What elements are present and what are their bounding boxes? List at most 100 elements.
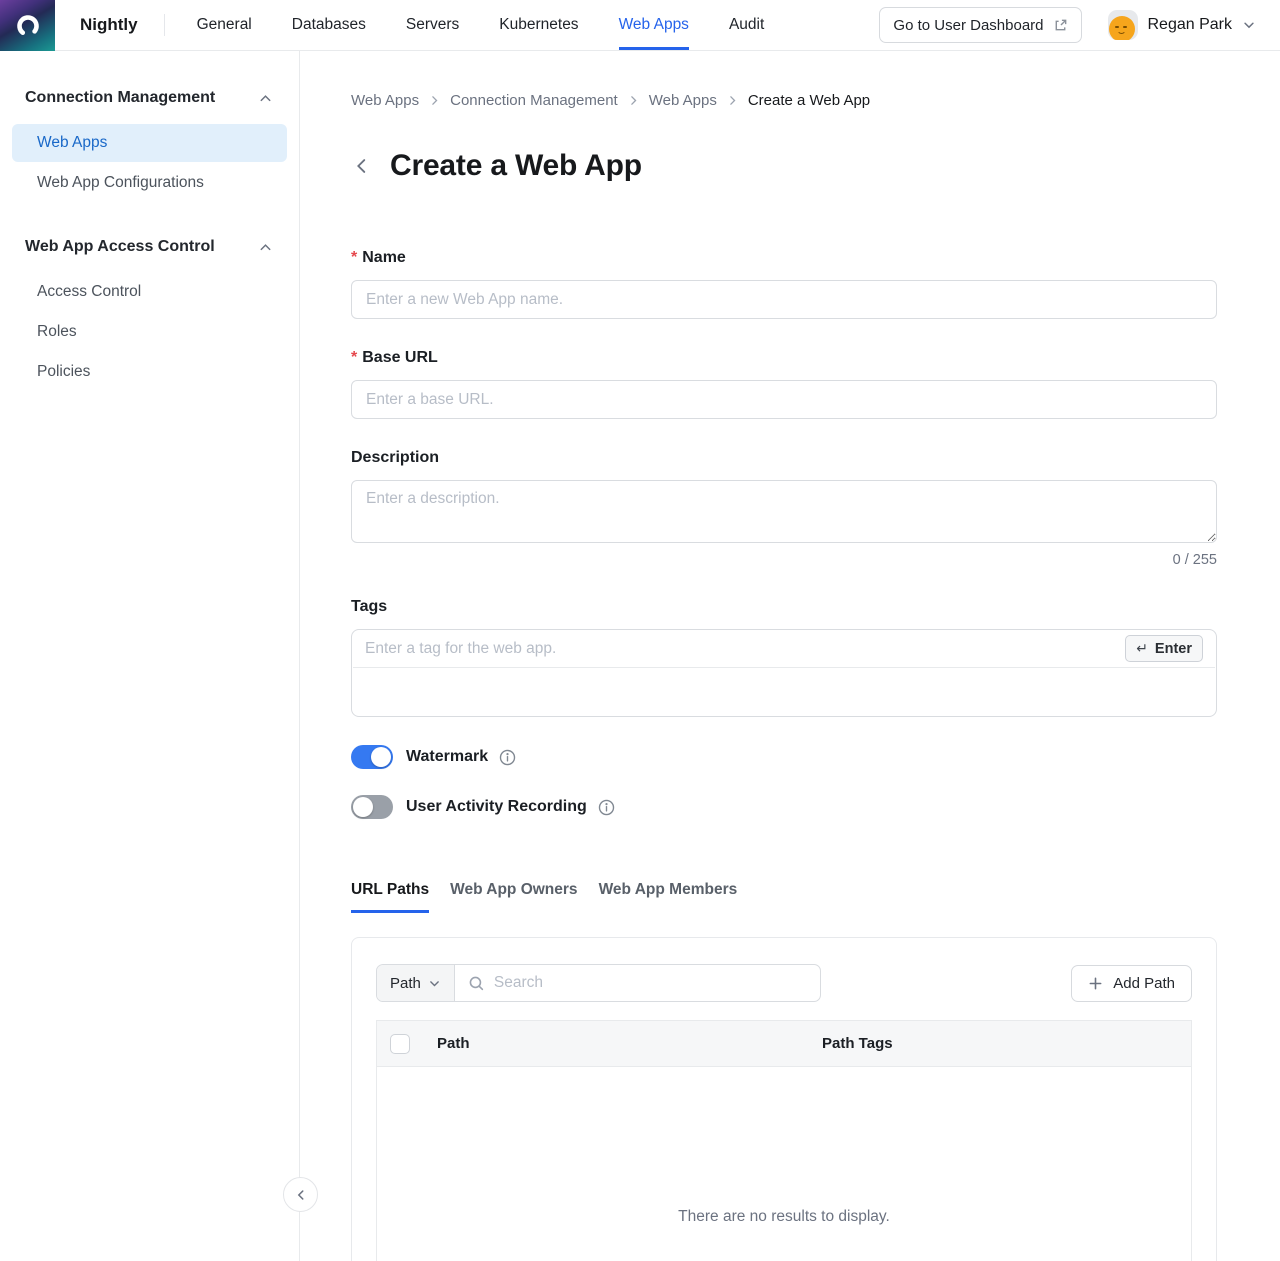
- enter-button-label: Enter: [1155, 641, 1192, 657]
- sidebar-item-web-app-configurations[interactable]: Web App Configurations: [12, 164, 287, 202]
- filter-select-label: Path: [390, 975, 421, 992]
- tab-url-paths[interactable]: URL Paths: [351, 881, 429, 913]
- paths-toolbar: Path: [376, 964, 1192, 1002]
- add-path-button[interactable]: Add Path: [1071, 965, 1192, 1002]
- brand-name: Nightly: [80, 0, 138, 50]
- breadcrumb: Web Apps Connection Management Web Apps …: [351, 92, 1217, 109]
- search-group: Path: [376, 964, 821, 1002]
- brand-logo-icon: [13, 11, 43, 41]
- url-paths-panel: Path: [351, 937, 1217, 1261]
- go-to-user-dashboard-button[interactable]: Go to User Dashboard: [879, 7, 1081, 43]
- search-field: [455, 965, 820, 1001]
- sidebar-section-title: Web App Access Control: [25, 238, 215, 256]
- chevron-down-icon: [428, 977, 441, 990]
- paths-table-body: There are no results to display.: [376, 1067, 1192, 1261]
- tab-web-app-members[interactable]: Web App Members: [599, 881, 738, 913]
- search-filter-select[interactable]: Path: [377, 965, 455, 1001]
- paths-table-header: Path Path Tags: [376, 1020, 1192, 1067]
- tags-field-group: Tags ↵ Enter: [351, 598, 1217, 717]
- name-label: *Name: [351, 249, 1217, 267]
- external-link-icon: [1053, 18, 1068, 33]
- column-header-path: Path: [437, 1035, 822, 1052]
- character-counter: 0 / 255: [351, 552, 1217, 568]
- return-icon: ↵: [1136, 640, 1148, 657]
- nav-item-databases[interactable]: Databases: [292, 0, 366, 50]
- sidebar-section-web-app-access-control: Web App Access Control Access Control Ro…: [12, 238, 287, 391]
- sidebar-item-roles[interactable]: Roles: [12, 313, 287, 351]
- sidebar-item-access-control[interactable]: Access Control: [12, 273, 287, 311]
- breadcrumb-web-apps-2[interactable]: Web Apps: [649, 92, 717, 109]
- chevron-up-icon: [258, 91, 273, 106]
- nav-item-general[interactable]: General: [197, 0, 252, 50]
- user-name: Regan Park: [1148, 16, 1233, 34]
- detail-tabs: URL Paths Web App Owners Web App Members: [351, 881, 1217, 913]
- title-row: Create a Web App: [351, 149, 1217, 183]
- required-mark: *: [351, 249, 357, 266]
- sidebar-header-connection-management[interactable]: Connection Management: [12, 89, 287, 107]
- topbar-divider: [164, 14, 165, 36]
- base-url-input[interactable]: [351, 380, 1217, 419]
- description-label: Description: [351, 449, 1217, 467]
- info-icon[interactable]: [598, 799, 615, 816]
- recording-toggle-row: User Activity Recording: [351, 795, 1217, 819]
- nav-item-audit[interactable]: Audit: [729, 0, 764, 50]
- description-textarea[interactable]: [351, 480, 1217, 543]
- tags-box: ↵ Enter: [351, 629, 1217, 717]
- search-icon: [468, 975, 485, 992]
- recording-label: User Activity Recording: [406, 798, 587, 816]
- breadcrumb-current: Create a Web App: [748, 92, 870, 109]
- enter-button[interactable]: ↵ Enter: [1125, 635, 1203, 662]
- tags-label: Tags: [351, 598, 1217, 616]
- topbar-right: Go to User Dashboard Regan Park: [879, 0, 1280, 50]
- required-mark: *: [351, 349, 357, 366]
- avatar: [1108, 10, 1138, 40]
- breadcrumb-web-apps[interactable]: Web Apps: [351, 92, 419, 109]
- description-field-group: Description 0 / 255: [351, 449, 1217, 568]
- nav-item-kubernetes[interactable]: Kubernetes: [499, 0, 578, 50]
- sidebar-section-connection-management: Connection Management Web Apps Web App C…: [12, 89, 287, 202]
- sidebar-item-web-apps[interactable]: Web Apps: [12, 124, 287, 162]
- chevron-up-icon: [258, 240, 273, 255]
- top-bar: Nightly General Databases Servers Kubern…: [0, 0, 1280, 51]
- tab-web-app-owners[interactable]: Web App Owners: [450, 881, 577, 913]
- chevron-right-icon: [428, 94, 441, 107]
- paths-table: Path Path Tags There are no results to d…: [376, 1020, 1192, 1261]
- sidebar: Connection Management Web Apps Web App C…: [0, 51, 300, 1261]
- plus-icon: [1088, 976, 1103, 991]
- watermark-label: Watermark: [406, 748, 488, 766]
- dashboard-button-label: Go to User Dashboard: [893, 17, 1043, 34]
- nav-item-web-apps[interactable]: Web Apps: [619, 0, 689, 50]
- watermark-toggle[interactable]: [351, 745, 393, 769]
- base-url-field-group: *Base URL: [351, 349, 1217, 419]
- app-logo[interactable]: [0, 0, 55, 51]
- page-title: Create a Web App: [390, 149, 642, 183]
- name-input[interactable]: [351, 280, 1217, 319]
- column-header-path-tags: Path Tags: [822, 1035, 893, 1052]
- empty-state-message: There are no results to display.: [678, 1208, 890, 1226]
- watermark-toggle-row: Watermark: [351, 745, 1217, 769]
- chevron-down-icon: [1242, 18, 1256, 32]
- breadcrumb-connection-management[interactable]: Connection Management: [450, 92, 618, 109]
- tags-divider: [353, 667, 1215, 668]
- back-button[interactable]: [351, 155, 373, 177]
- chevron-right-icon: [726, 94, 739, 107]
- top-navigation: General Databases Servers Kubernetes Web…: [197, 0, 765, 50]
- tags-input-row: ↵ Enter: [352, 630, 1216, 667]
- select-all-checkbox[interactable]: [390, 1034, 410, 1054]
- search-input[interactable]: [494, 974, 807, 992]
- info-icon[interactable]: [499, 749, 516, 766]
- user-activity-recording-toggle[interactable]: [351, 795, 393, 819]
- chevron-right-icon: [627, 94, 640, 107]
- main-content: Web Apps Connection Management Web Apps …: [300, 51, 1280, 1261]
- sidebar-header-web-app-access-control[interactable]: Web App Access Control: [12, 238, 287, 256]
- user-menu[interactable]: Regan Park: [1108, 10, 1257, 40]
- sidebar-collapse-button[interactable]: [283, 1177, 318, 1212]
- sidebar-section-title: Connection Management: [25, 89, 215, 107]
- tags-input[interactable]: [365, 640, 1125, 658]
- avatar-face-icon: [1109, 16, 1135, 40]
- create-web-app-form: *Name *Base URL Description 0 / 255 Tags: [351, 249, 1217, 819]
- nav-item-servers[interactable]: Servers: [406, 0, 459, 50]
- sidebar-item-policies[interactable]: Policies: [12, 353, 287, 391]
- name-field-group: *Name: [351, 249, 1217, 319]
- base-url-label: *Base URL: [351, 349, 1217, 367]
